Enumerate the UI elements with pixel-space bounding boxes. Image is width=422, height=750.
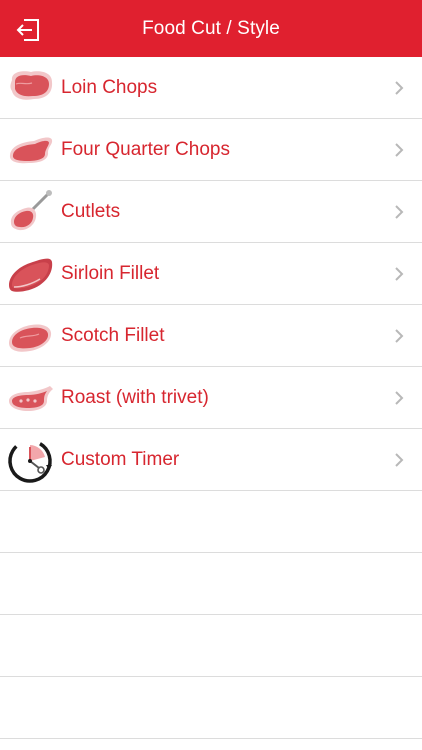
back-button[interactable]: [10, 14, 46, 46]
empty-row: [0, 491, 422, 553]
list-item-roast[interactable]: Roast (with trivet): [0, 367, 422, 429]
cut-list: Loin Chops Four Quarter Chops Cutlets Si…: [0, 57, 422, 739]
roast-icon: [9, 386, 53, 411]
list-item-label: Cutlets: [61, 201, 121, 222]
list-item-scotch-fillet[interactable]: Scotch Fillet: [0, 305, 422, 367]
list-item-label: Loin Chops: [61, 77, 158, 98]
chevron-right-icon: [395, 205, 404, 219]
chevron-right-icon: [395, 143, 404, 157]
list-item-label: Scotch Fillet: [61, 325, 165, 346]
list-item-label: Four Quarter Chops: [61, 139, 230, 160]
empty-row: [0, 553, 422, 615]
chevron-right-icon: [395, 453, 404, 467]
chevron-right-icon: [395, 329, 404, 343]
scotch-fillet-icon: [9, 324, 52, 352]
loin-chops-icon: [10, 71, 53, 100]
four-quarter-chops-icon: [9, 137, 53, 164]
page-title: Food Cut / Style: [142, 17, 280, 39]
list-item-custom-timer[interactable]: Custom Timer: [0, 429, 422, 491]
sirloin-fillet-icon: [9, 258, 53, 292]
list-item-loin-chops[interactable]: Loin Chops: [0, 57, 422, 119]
list-item-cutlets[interactable]: Cutlets: [0, 181, 422, 243]
list-item-label: Roast (with trivet): [61, 387, 209, 408]
chevron-right-icon: [395, 267, 404, 281]
custom-timer-icon: [8, 439, 52, 483]
list-item-four-quarter-chops[interactable]: Four Quarter Chops: [0, 119, 422, 181]
chevron-right-icon: [395, 391, 404, 405]
list-item-sirloin-fillet[interactable]: Sirloin Fillet: [0, 243, 422, 305]
empty-row: [0, 677, 422, 739]
nav-bar: Food Cut / Style: [0, 0, 422, 57]
chevron-right-icon: [395, 81, 404, 95]
list-item-label: Custom Timer: [61, 449, 180, 470]
list-item-label: Sirloin Fillet: [61, 263, 160, 284]
back-arrow-icon: [16, 19, 39, 41]
empty-row: [0, 615, 422, 677]
app: Food Cut / Style Loin Chops Four Quarter…: [0, 0, 422, 750]
cutlets-icon: [10, 190, 52, 231]
